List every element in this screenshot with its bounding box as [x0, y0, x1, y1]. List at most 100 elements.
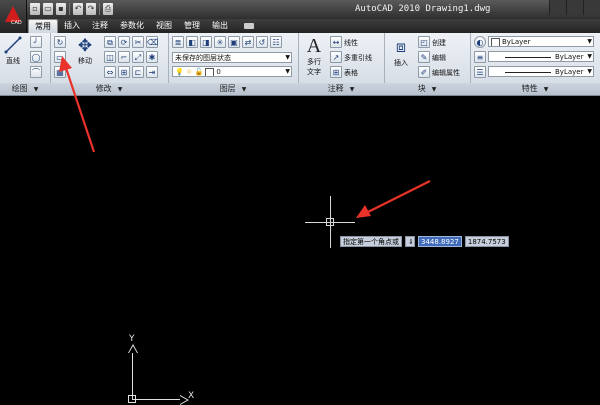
- ucs-origin-box: [128, 395, 136, 403]
- draw-panel: 直线 ╯ ◯ ⌒ 绘图 ▼: [0, 33, 51, 95]
- new-icon[interactable]: ▫: [30, 3, 40, 15]
- table-icon[interactable]: ⊞: [330, 66, 342, 78]
- open-icon[interactable]: ▭: [43, 3, 53, 15]
- layer-select[interactable]: 💡 ☼ 🔓 0 ▼: [172, 66, 292, 77]
- dynamic-input: 指定第一个角点或 ⇓ 3448.8927 1874.7573: [340, 236, 509, 247]
- linetype-select[interactable]: ByLayer ▼: [488, 66, 594, 77]
- tab-annotate[interactable]: 注释: [86, 19, 114, 33]
- tab-view[interactable]: 视图: [150, 19, 178, 33]
- layers-panel-title[interactable]: 图层 ▼: [168, 83, 298, 95]
- lineweight-select[interactable]: ByLayer ▼: [488, 51, 594, 62]
- mleader-label[interactable]: 多重引线: [344, 53, 372, 63]
- chevron-down-icon: ▼: [285, 54, 290, 61]
- chevron-down-icon: ▼: [587, 38, 592, 45]
- insert-block-icon: ⧈: [395, 37, 407, 56]
- tab-output[interactable]: 输出: [206, 19, 234, 33]
- mleader-icon[interactable]: ↗: [330, 51, 342, 63]
- explode-icon[interactable]: ✱: [146, 51, 158, 63]
- copy-icon[interactable]: ⧉: [104, 36, 116, 48]
- layer-iso-icon[interactable]: ◧: [186, 36, 198, 48]
- extend-icon[interactable]: ⇥: [146, 66, 158, 78]
- move-button[interactable]: ✥ 移动: [72, 36, 98, 66]
- plot-icon[interactable]: ⎙: [103, 3, 113, 15]
- annotation-panel-title[interactable]: 注释 ▼: [298, 83, 384, 95]
- redo-icon[interactable]: ↷: [86, 3, 96, 15]
- mtext-button[interactable]: A 多行 文字: [302, 35, 326, 77]
- chevron-down-icon: ▼: [587, 53, 592, 60]
- save-icon[interactable]: ▪: [56, 3, 66, 15]
- tab-home[interactable]: 常用: [28, 19, 58, 33]
- fillet-icon[interactable]: ⌐: [118, 51, 130, 63]
- tab-insert[interactable]: 插入: [58, 19, 86, 33]
- properties-panel-title[interactable]: 特性 ▼: [470, 83, 600, 95]
- maximize-button[interactable]: [566, 0, 583, 15]
- ucs-y-label: Y: [129, 334, 135, 344]
- insert-block-button[interactable]: ⧈ 插入: [388, 36, 414, 68]
- layer-state-value: 未保存的图层状态: [175, 54, 231, 62]
- rotate-icon[interactable]: ↻: [54, 36, 66, 48]
- array-icon[interactable]: ⊞: [118, 66, 130, 78]
- edit-attributes-label[interactable]: 编辑属性: [432, 68, 460, 78]
- chevron-down-icon: ▼: [543, 86, 549, 93]
- undo-icon[interactable]: ↶: [73, 3, 83, 15]
- linear-dim-label[interactable]: 线性: [344, 38, 358, 48]
- minimize-button[interactable]: [549, 0, 566, 15]
- layer-off-icon[interactable]: ◨: [200, 36, 212, 48]
- scale-icon[interactable]: ⤢: [132, 51, 144, 63]
- layer-properties-icon[interactable]: ≣: [172, 36, 184, 48]
- qat-separator: [99, 3, 100, 15]
- layer-walk-icon[interactable]: ☷: [270, 36, 282, 48]
- qat-separator: [69, 3, 70, 15]
- coord-y-input[interactable]: 1874.7573: [464, 236, 509, 247]
- lineweight-icon[interactable]: ≡: [474, 51, 486, 63]
- mirror-icon[interactable]: ◫: [104, 51, 116, 63]
- layer-previous-icon[interactable]: ↺: [256, 36, 268, 48]
- offset-icon[interactable]: ⊏: [132, 66, 144, 78]
- edit-block-icon[interactable]: ✎: [418, 51, 430, 63]
- draw-panel-title[interactable]: 绘图 ▼: [0, 83, 50, 95]
- window-controls: [549, 0, 600, 15]
- linear-dim-icon[interactable]: ↔: [330, 36, 342, 48]
- stretch-icon[interactable]: ⇔: [104, 66, 116, 78]
- drawing-canvas[interactable]: [0, 96, 600, 400]
- ribbon-minimize-button[interactable]: [244, 23, 254, 29]
- rectangle-icon[interactable]: ▭: [54, 51, 66, 63]
- layer-lock-icon[interactable]: ▣: [228, 36, 240, 48]
- coord-x-input[interactable]: 3448.8927: [418, 236, 462, 247]
- edit-block-label[interactable]: 编辑: [432, 53, 446, 63]
- line-icon: [4, 36, 22, 54]
- trim-icon[interactable]: ✂: [132, 36, 144, 48]
- polyline-icon[interactable]: ╯: [30, 36, 42, 48]
- chevron-down-icon: ▼: [285, 68, 290, 75]
- block-panel-title[interactable]: 块 ▼: [384, 83, 470, 95]
- erase-icon[interactable]: ⌫: [146, 36, 158, 48]
- tab-manage[interactable]: 管理: [178, 19, 206, 33]
- edit-attributes-icon[interactable]: ✐: [418, 66, 430, 78]
- layer-color-swatch: [205, 67, 215, 76]
- create-block-icon[interactable]: ◰: [418, 36, 430, 48]
- color-select[interactable]: ByLayer ▼: [488, 36, 594, 47]
- table-label[interactable]: 表格: [344, 68, 358, 78]
- close-button[interactable]: [583, 0, 600, 15]
- arc-icon[interactable]: ⌒: [30, 66, 42, 78]
- block-panel: ⧈ 插入 ◰ 创建 ✎ 编辑 ✐ 编辑属性 块 ▼: [384, 33, 471, 95]
- color-wheel-icon[interactable]: ◐: [474, 36, 486, 48]
- lineweight-preview: [505, 57, 551, 58]
- layer-freeze-icon[interactable]: ✳: [214, 36, 226, 48]
- block-panel-title-text: 块: [417, 84, 426, 93]
- line-label: 直线: [6, 57, 20, 65]
- line-button[interactable]: 直线: [2, 36, 24, 66]
- layer-state-select[interactable]: 未保存的图层状态 ▼: [172, 52, 292, 63]
- hatch-icon[interactable]: ▦: [54, 66, 66, 78]
- draw-panel-title-text: 绘图: [11, 84, 28, 93]
- chevron-down-icon: ▼: [587, 68, 592, 75]
- linetype-icon[interactable]: ☰: [474, 66, 486, 78]
- modify-panel-title[interactable]: 修改 ▼: [50, 83, 168, 95]
- app-menu-button[interactable]: CAD: [0, 0, 27, 34]
- tab-parametric[interactable]: 参数化: [114, 19, 150, 33]
- circle-icon[interactable]: ◯: [30, 51, 42, 63]
- layer-match-icon[interactable]: ⇄: [242, 36, 254, 48]
- create-block-label[interactable]: 创建: [432, 38, 446, 48]
- down-arrow-key-icon[interactable]: ⇓: [405, 236, 415, 247]
- rotate-object-icon[interactable]: ⟳: [118, 36, 130, 48]
